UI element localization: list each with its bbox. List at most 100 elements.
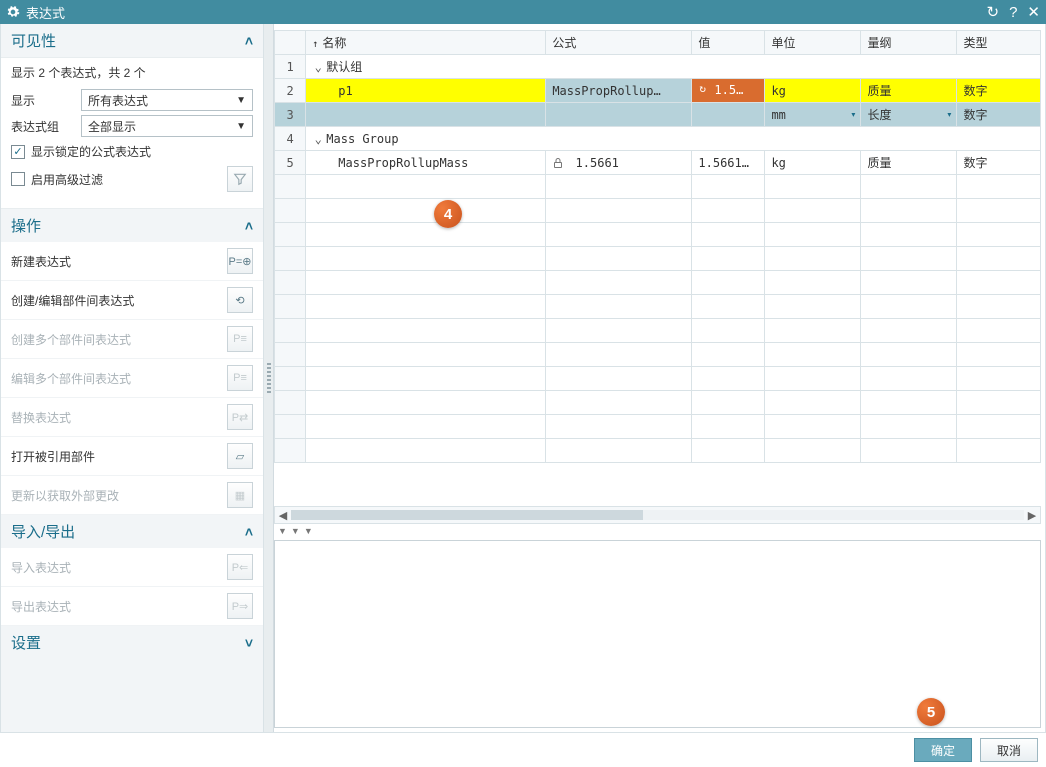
section-io-title: 导入/导出 — [11, 521, 75, 542]
expression-grid-wrap: ↑名称 公式 值 单位 量纲 类型 1 ⌄默认组 2 p1 — [274, 30, 1041, 506]
link-icon: ⟲ — [227, 287, 253, 313]
replace-icon: P⇄ — [227, 404, 253, 430]
pane-toggle-strip: ▼ ▼ ▼ — [274, 524, 1045, 538]
export-icon: P⇒ — [227, 593, 253, 619]
chevron-down-icon: ▼ — [236, 121, 246, 132]
action-edit-multi-interpart: 编辑多个部件间表达式 P≡ — [1, 359, 263, 398]
col-value[interactable]: 值 — [692, 31, 765, 55]
action-open-referenced-part[interactable]: 打开被引用部件 ▱ — [1, 437, 263, 476]
table-row[interactable]: 4 ⌄Mass Group — [275, 127, 1041, 151]
table-row[interactable] — [275, 391, 1041, 415]
action-export-expression: 导出表达式 P⇒ — [1, 587, 263, 626]
lock-checkbox[interactable]: ✓ — [11, 145, 25, 159]
open-part-icon: ▱ — [227, 443, 253, 469]
table-row[interactable] — [275, 439, 1041, 463]
action-new-expression[interactable]: 新建表达式 P=⊕ — [1, 242, 263, 281]
help-button[interactable]: ? — [1009, 4, 1017, 21]
close-button[interactable]: ✕ — [1027, 3, 1040, 21]
advfilter-checkbox[interactable] — [11, 172, 25, 186]
refresh-button[interactable]: ↻ — [987, 3, 1000, 21]
chevron-down-icon: ▼ — [236, 95, 246, 106]
gear-icon — [6, 5, 20, 19]
scroll-track[interactable] — [291, 510, 1024, 520]
table-row[interactable] — [275, 343, 1041, 367]
group-select-value: 全部显示 — [88, 118, 136, 135]
chevron-up-icon: ˄ — [245, 218, 253, 234]
table-row[interactable] — [275, 247, 1041, 271]
action-create-multi-interpart: 创建多个部件间表达式 P≡ — [1, 320, 263, 359]
show-select-value: 所有表达式 — [88, 92, 148, 109]
section-visibility-body: 显示 2 个表达式，共 2 个 显示 所有表达式 ▼ 表达式组 全部显示 ▼ ✓… — [1, 57, 263, 209]
sort-asc-icon: ↑ — [312, 39, 318, 50]
panel-splitter[interactable] — [264, 24, 274, 732]
group-label: 表达式组 — [11, 118, 81, 135]
table-row[interactable] — [275, 367, 1041, 391]
col-dimension[interactable]: 量纲 — [861, 31, 957, 55]
table-row[interactable] — [275, 295, 1041, 319]
main-area: ↑名称 公式 值 单位 量纲 类型 1 ⌄默认组 2 p1 — [274, 24, 1045, 732]
col-unit[interactable]: 单位 — [765, 31, 861, 55]
section-actions-header[interactable]: 操作 ˄ — [1, 209, 263, 242]
action-interpart-expression[interactable]: 创建/编辑部件间表达式 ⟲ — [1, 281, 263, 320]
section-io-header[interactable]: 导入/导出 ˄ — [1, 515, 263, 548]
multi-edit-icon: P≡ — [227, 365, 253, 391]
cancel-button[interactable]: 取消 — [980, 738, 1038, 762]
lock-checkbox-label: 显示锁定的公式表达式 — [31, 143, 151, 160]
section-io-body: 导入表达式 P⇐ 导出表达式 P⇒ — [1, 548, 263, 626]
left-panel: 可见性 ˄ 显示 2 个表达式，共 2 个 显示 所有表达式 ▼ 表达式组 全部… — [1, 24, 264, 732]
action-replace-expression: 替换表达式 P⇄ — [1, 398, 263, 437]
show-select[interactable]: 所有表达式 ▼ — [81, 89, 253, 111]
col-type[interactable]: 类型 — [957, 31, 1041, 55]
pane-toggle-3[interactable]: ▼ — [304, 526, 313, 536]
lock-icon — [552, 157, 564, 169]
table-row[interactable] — [275, 175, 1041, 199]
section-visibility-title: 可见性 — [11, 30, 56, 51]
table-row[interactable] — [275, 319, 1041, 343]
details-pane[interactable] — [274, 540, 1041, 728]
section-actions-title: 操作 — [11, 215, 41, 236]
col-rownum[interactable] — [275, 31, 306, 55]
table-row[interactable]: 5 MassPropRollupMass 1.5661 1.5661… kg 质… — [275, 151, 1041, 175]
scroll-right-icon[interactable]: ▶ — [1024, 509, 1040, 522]
pane-toggle-2[interactable]: ▼ — [291, 526, 300, 536]
action-update-external: 更新以获取外部更改 ▦ — [1, 476, 263, 515]
pane-toggle-1[interactable]: ▼ — [278, 526, 287, 536]
section-visibility-header[interactable]: 可见性 ˄ — [1, 24, 263, 57]
chevron-up-icon: ˄ — [245, 33, 253, 49]
visibility-summary: 显示 2 个表达式，共 2 个 — [11, 64, 253, 81]
chevron-down-icon: ▾ — [946, 109, 952, 120]
col-formula[interactable]: 公式 — [546, 31, 692, 55]
col-name[interactable]: ↑名称 — [306, 31, 546, 55]
chevron-down-icon: ▾ — [850, 109, 856, 120]
group-select[interactable]: 全部显示 ▼ — [81, 115, 253, 137]
table-row[interactable] — [275, 415, 1041, 439]
chevron-up-icon: ˄ — [245, 524, 253, 540]
table-row[interactable] — [275, 271, 1041, 295]
refresh-icon — [698, 84, 712, 98]
table-row[interactable] — [275, 199, 1041, 223]
group-collapse-icon[interactable]: ⌄ — [312, 60, 324, 74]
horizontal-scrollbar[interactable]: ◀ ▶ — [274, 506, 1041, 524]
filter-icon-button[interactable] — [227, 166, 253, 192]
table-row[interactable]: 1 ⌄默认组 — [275, 55, 1041, 79]
section-actions-body: 新建表达式 P=⊕ 创建/编辑部件间表达式 ⟲ 创建多个部件间表达式 P≡ 编辑… — [1, 242, 263, 515]
grid-header-row: ↑名称 公式 值 单位 量纲 类型 — [275, 31, 1041, 55]
update-icon: ▦ — [227, 482, 253, 508]
chevron-down-icon: ˅ — [245, 635, 253, 651]
table-row[interactable] — [275, 223, 1041, 247]
table-row[interactable]: 3 mm▾ 长度▾ 数字 — [275, 103, 1041, 127]
scroll-thumb[interactable] — [291, 510, 643, 520]
dialog-footer: 确定 取消 — [0, 733, 1046, 767]
action-import-expression: 导入表达式 P⇐ — [1, 548, 263, 587]
window-title: 表达式 — [26, 3, 65, 22]
ok-button[interactable]: 确定 — [914, 738, 972, 762]
table-row[interactable]: 2 p1 MassPropRollup… 1.5… kg 质量 数字 — [275, 79, 1041, 103]
scroll-left-icon[interactable]: ◀ — [275, 509, 291, 522]
section-settings-header[interactable]: 设置 ˅ — [1, 626, 263, 659]
section-settings-title: 设置 — [11, 632, 41, 653]
advfilter-label: 启用高级过滤 — [31, 171, 103, 188]
window-titlebar: 表达式 ↻ ? ✕ — [0, 0, 1046, 24]
show-label: 显示 — [11, 92, 81, 109]
expression-grid[interactable]: ↑名称 公式 值 单位 量纲 类型 1 ⌄默认组 2 p1 — [274, 30, 1041, 463]
group-collapse-icon[interactable]: ⌄ — [312, 132, 324, 146]
